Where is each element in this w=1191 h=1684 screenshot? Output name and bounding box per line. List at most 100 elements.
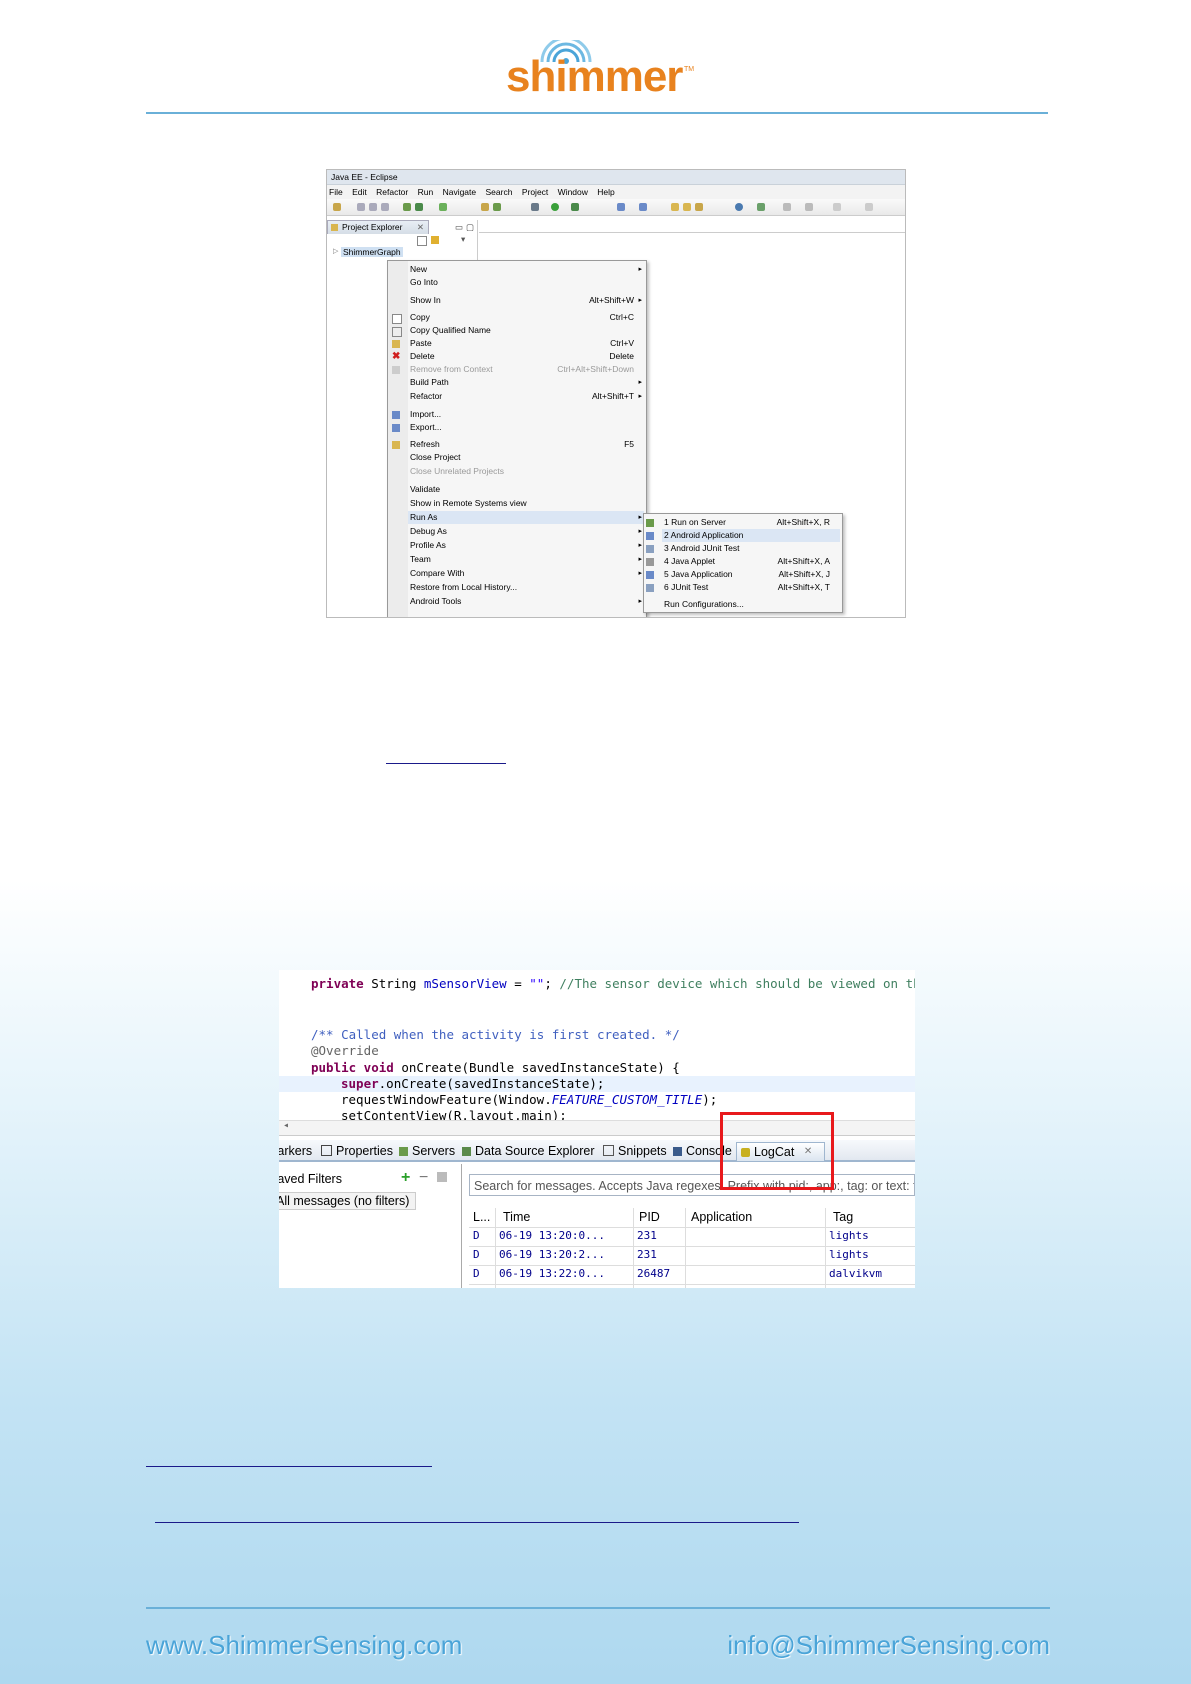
submenu-java-application[interactable]: 5 Java Application Alt+Shift+X, J (646, 568, 840, 581)
pencil-icon[interactable] (695, 203, 703, 211)
new-package-icon[interactable] (639, 203, 647, 211)
new-icon[interactable] (333, 203, 341, 211)
collapse-all-icon[interactable] (417, 236, 427, 246)
scroll-left-icon[interactable]: ◂ (283, 1120, 289, 1131)
submenu-android-junit-test[interactable]: 3 Android JUnit Test (646, 542, 840, 555)
next-annotation-icon[interactable] (783, 203, 791, 211)
saved-filters-title: Saved Filters (279, 1172, 342, 1186)
prev-annotation-icon[interactable] (805, 203, 813, 211)
menu-item-team[interactable]: Team ▸ (408, 553, 644, 566)
expand-arrow-icon[interactable]: ▷ (333, 247, 338, 255)
maximize-icon[interactable]: ▢ (466, 222, 474, 233)
run-icon[interactable] (551, 203, 559, 211)
submenu-run-on-server[interactable]: 1 Run on Server Alt+Shift+X, R (646, 516, 840, 529)
menu-item-build-path[interactable]: Build Path ▸ (408, 376, 644, 389)
menu-item-android-tools[interactable]: Android Tools ▸ (408, 595, 644, 608)
menu-item-validate[interactable]: Validate (408, 483, 644, 496)
menu-search[interactable]: Search (486, 187, 513, 197)
footer-email[interactable]: info@ShimmerSensing.com (727, 1630, 1050, 1661)
edit-filter-icon[interactable] (437, 1172, 447, 1182)
menu-item-refactor[interactable]: Refactor Alt+Shift+T ▸ (408, 390, 644, 403)
minimize-icon[interactable]: ▭ (455, 222, 463, 233)
menu-file[interactable]: File (329, 187, 343, 197)
menu-item-run-as[interactable]: Run As ▸ (408, 511, 644, 524)
menu-item-import[interactable]: Import... (392, 408, 644, 421)
logo-trademark: TM (684, 66, 695, 73)
print-icon[interactable] (381, 203, 389, 211)
submenu-junit-test[interactable]: 6 JUnit Test Alt+Shift+X, T (646, 581, 840, 594)
menu-edit[interactable]: Edit (352, 187, 367, 197)
menu-item-export[interactable]: Export... (392, 421, 644, 434)
forward-icon[interactable] (865, 203, 873, 211)
debug-icon[interactable] (531, 203, 539, 211)
menu-window[interactable]: Window (558, 187, 588, 197)
submenu-run-configurations[interactable]: Run Configurations... (662, 598, 840, 611)
link-editor-icon[interactable] (431, 236, 439, 244)
menu-item-delete[interactable]: ✖ Delete Delete (392, 350, 644, 363)
menu-item-restore-local-history[interactable]: Restore from Local History... (408, 581, 644, 594)
logcat-search-input[interactable]: Search for messages. Accepts Java regexe… (469, 1174, 915, 1196)
menu-item-show-in[interactable]: Show In Alt+Shift+W ▸ (408, 294, 644, 307)
check-icon[interactable] (439, 203, 447, 211)
menu-item-close-unrelated-projects[interactable]: Close Unrelated Projects (408, 465, 644, 478)
tab-servers[interactable]: Servers (399, 1142, 455, 1160)
column-tag[interactable]: Tag (833, 1208, 853, 1226)
menu-run[interactable]: Run (418, 187, 434, 197)
new-class-icon[interactable] (617, 203, 625, 211)
remove-filter-icon[interactable]: − (419, 1169, 428, 1187)
folder-icon (331, 224, 338, 231)
add-filter-icon[interactable]: + (401, 1169, 410, 1187)
menu-item-debug-as[interactable]: Debug As ▸ (408, 525, 644, 538)
tab-markers[interactable]: Markers (279, 1142, 312, 1160)
menu-item-paste[interactable]: Paste Ctrl+V (392, 337, 644, 350)
inline-link-underline[interactable] (386, 763, 506, 764)
save-icon[interactable] (357, 203, 365, 211)
tree-item-project[interactable]: ShimmerGraph (341, 247, 403, 257)
menu-item-compare-with[interactable]: Compare With ▸ (408, 567, 644, 580)
menu-item-copy[interactable]: Copy Ctrl+C (392, 311, 644, 324)
menu-item-go-into[interactable]: Go Into (408, 276, 644, 289)
menu-bar: File Edit Refactor Run Navigate Search P… (327, 185, 905, 199)
properties-icon (321, 1145, 332, 1156)
footer-website[interactable]: www.ShimmerSensing.com (146, 1630, 462, 1661)
deploy-icon[interactable] (415, 203, 423, 211)
column-time[interactable]: Time (503, 1208, 530, 1226)
saved-filters-pane: Saved Filters + − All messages (no filte… (279, 1164, 462, 1288)
server-icon[interactable] (403, 203, 411, 211)
menu-item-close-project[interactable]: Close Project (408, 451, 644, 464)
open-type-icon[interactable] (481, 203, 489, 211)
open-task-icon[interactable] (493, 203, 501, 211)
menu-item-profile-as[interactable]: Profile As ▸ (408, 539, 644, 552)
menu-item-show-in-remote-systems[interactable]: Show in Remote Systems view (408, 497, 644, 510)
close-icon[interactable]: ✕ (417, 221, 424, 234)
view-menu-icon[interactable]: ▾ (461, 234, 465, 245)
submenu-android-application[interactable]: 2 Android Application (646, 529, 840, 542)
save-all-icon[interactable] (369, 203, 377, 211)
menu-item-new[interactable]: New ▸ (408, 263, 644, 276)
tab-project-explorer[interactable]: Project Explorer ✕ (327, 220, 429, 234)
menu-item-refresh[interactable]: Refresh F5 (392, 438, 644, 451)
external-tools-icon[interactable] (571, 203, 579, 211)
filter-item-all-messages[interactable]: All messages (no filters) (279, 1192, 417, 1210)
menu-help[interactable]: Help (597, 187, 614, 197)
open-folder-icon[interactable] (671, 203, 679, 211)
column-application[interactable]: Application (691, 1208, 752, 1226)
tab-snippets[interactable]: Snippets (603, 1142, 667, 1160)
paste-icon (392, 340, 400, 348)
menu-item-copy-qualified-name[interactable]: Copy Qualified Name (392, 324, 644, 337)
menu-navigate[interactable]: Navigate (443, 187, 477, 197)
menu-refactor[interactable]: Refactor (376, 187, 408, 197)
globe-icon[interactable] (735, 203, 743, 211)
submenu-java-applet[interactable]: 4 Java Applet Alt+Shift+X, A (646, 555, 840, 568)
menu-project[interactable]: Project (522, 187, 548, 197)
footnote-link-underline[interactable] (155, 1522, 799, 1523)
column-level[interactable]: L... (473, 1208, 490, 1226)
tab-data-source-explorer[interactable]: Data Source Explorer (462, 1142, 595, 1160)
run-as-submenu: 1 Run on Server Alt+Shift+X, R 2 Android … (643, 513, 843, 613)
back-icon[interactable] (833, 203, 841, 211)
sync-icon[interactable] (757, 203, 765, 211)
menu-item-remove-from-context[interactable]: Remove from Context Ctrl+Alt+Shift+Down (392, 363, 644, 376)
column-pid[interactable]: PID (639, 1208, 660, 1226)
folder-icon[interactable] (683, 203, 691, 211)
tab-properties[interactable]: Properties (321, 1142, 393, 1160)
